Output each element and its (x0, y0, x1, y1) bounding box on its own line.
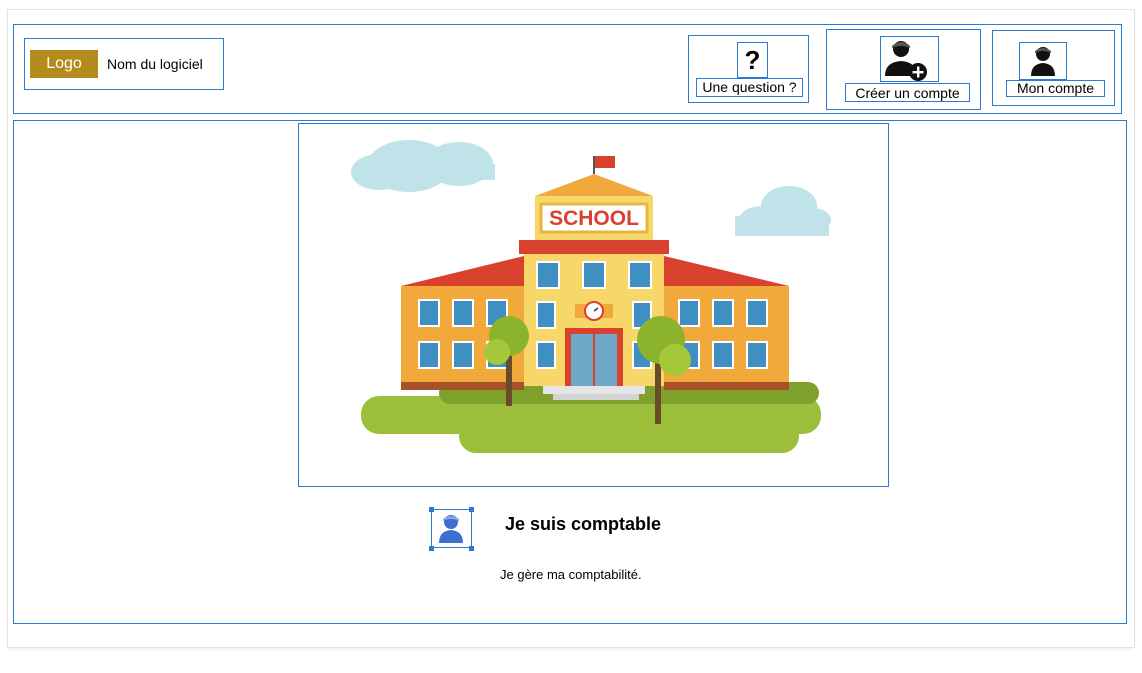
persona-description: Je gère ma comptabilité. (500, 567, 642, 582)
user-avatar-icon (439, 515, 463, 543)
user-icon[interactable] (1019, 42, 1067, 80)
logo-badge[interactable]: Logo (30, 50, 98, 78)
resize-handle[interactable] (429, 546, 434, 551)
my-account-label[interactable]: Mon compte (1006, 80, 1105, 97)
persona-icon-frame[interactable] (431, 509, 472, 548)
resize-handle[interactable] (429, 507, 434, 512)
resize-handle[interactable] (469, 507, 474, 512)
resize-handle[interactable] (469, 546, 474, 551)
question-mark-icon[interactable]: ? (737, 42, 768, 78)
help-label[interactable]: Une question ? (696, 79, 803, 96)
persona-title: Je suis comptable (505, 514, 662, 534)
school-sign-text: SCHOOL (549, 207, 639, 230)
app-name: Nom du logiciel (107, 56, 203, 72)
school-building-illustration: SCHOOL (351, 140, 831, 453)
create-account-label[interactable]: Créer un compte (845, 85, 970, 102)
user-plus-icon[interactable] (880, 36, 939, 82)
